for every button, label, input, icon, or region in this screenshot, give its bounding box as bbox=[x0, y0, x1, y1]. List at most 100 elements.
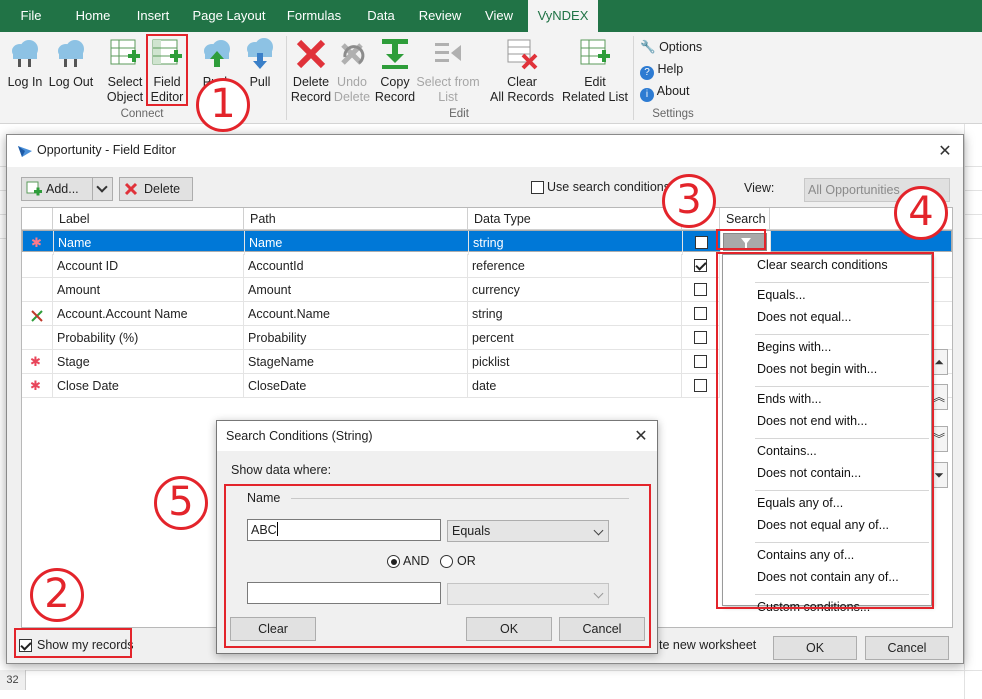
tab-data[interactable]: Data bbox=[354, 0, 408, 32]
cell-path: StageName bbox=[244, 350, 468, 374]
callout-4: 4 bbox=[894, 186, 948, 240]
edit-related-list-label-1: Edit bbox=[584, 75, 606, 89]
cloud-upload-icon bbox=[200, 37, 234, 71]
copy-record-label-2: Record bbox=[374, 90, 416, 104]
column-header-search-text: Search bbox=[726, 212, 766, 226]
show-data-where-label: Show data where: bbox=[231, 463, 332, 477]
options-button[interactable]: 🔧 Options bbox=[640, 36, 702, 58]
clear-all-records-label-1: Clear bbox=[507, 75, 537, 89]
ok-button[interactable]: OK bbox=[773, 636, 857, 660]
column-header-search[interactable]: Search bbox=[720, 208, 770, 230]
dialog-title: Opportunity - Field Editor bbox=[37, 143, 176, 157]
delete-record-label-2: Record bbox=[290, 90, 332, 104]
highlight-field-editor bbox=[146, 34, 188, 106]
undo-delete-button[interactable]: Undo Delete bbox=[332, 34, 372, 108]
close-icon[interactable]: ✕ bbox=[935, 141, 955, 161]
cell-path: CloseDate bbox=[244, 374, 468, 398]
ribbon-tab-bar: File Home Insert Page Layout Formulas Da… bbox=[0, 0, 982, 32]
search-flag-checkbox[interactable] bbox=[695, 236, 708, 249]
cell-search-flag bbox=[682, 278, 720, 302]
cell-type: string bbox=[468, 302, 682, 326]
cell-label: Name bbox=[54, 231, 245, 255]
cell-path: Probability bbox=[244, 326, 468, 350]
cloud-download-icon bbox=[243, 37, 277, 71]
column-header-label-text: Label bbox=[59, 212, 90, 226]
tab-file[interactable]: File bbox=[0, 0, 62, 32]
select-object-button[interactable]: Select Object bbox=[104, 34, 146, 108]
highlight-show-my-records bbox=[14, 628, 132, 658]
undo-delete-label-2: Delete bbox=[333, 90, 371, 104]
cell-icon: ✱ bbox=[22, 350, 53, 374]
column-header-data-type-text: Data Type bbox=[474, 212, 531, 226]
help-icon: ? bbox=[640, 66, 654, 80]
highlight-search-menu bbox=[716, 252, 934, 609]
callout-1: 1 bbox=[196, 78, 250, 132]
copy-record-button[interactable]: Copy Record bbox=[374, 34, 416, 108]
select-object-label-1: Select bbox=[107, 75, 143, 89]
table-row[interactable]: ✱ Name Name string bbox=[22, 230, 952, 255]
undo-delete-icon bbox=[335, 37, 369, 71]
split-divider bbox=[92, 178, 93, 200]
cell-search-flag bbox=[682, 350, 720, 374]
close-icon[interactable]: ✕ bbox=[631, 426, 651, 446]
use-search-conditions-checkbox[interactable] bbox=[531, 181, 544, 194]
search-flag-checkbox[interactable] bbox=[694, 355, 707, 368]
row-header[interactable]: 32 bbox=[0, 670, 26, 690]
log-in-button[interactable]: Log In bbox=[4, 34, 46, 108]
help-label: Help bbox=[657, 62, 684, 76]
delete-record-label-1: Delete bbox=[292, 75, 330, 89]
cell-path: Account.Name bbox=[244, 302, 468, 326]
tab-insert[interactable]: Insert bbox=[124, 0, 182, 32]
about-button[interactable]: i About bbox=[640, 80, 689, 102]
help-button[interactable]: ? Help bbox=[640, 58, 683, 80]
tab-vyndex[interactable]: VyNDEX bbox=[528, 0, 598, 32]
cell-icon: ✱ bbox=[22, 374, 53, 398]
tab-page-layout[interactable]: Page Layout bbox=[184, 0, 274, 32]
tab-home[interactable]: Home bbox=[64, 0, 122, 32]
search-flag-checkbox[interactable] bbox=[694, 307, 707, 320]
cell-type: reference bbox=[468, 254, 682, 278]
add-button[interactable]: Add... bbox=[21, 177, 113, 201]
highlight-search-conditions bbox=[224, 484, 651, 648]
select-from-list-button[interactable]: Select from List bbox=[416, 34, 480, 108]
delete-record-button[interactable]: Delete Record bbox=[290, 34, 332, 108]
grid-line bbox=[0, 670, 982, 671]
cell-path: Amount bbox=[244, 278, 468, 302]
cancel-button[interactable]: Cancel bbox=[865, 636, 949, 660]
cell-type: percent bbox=[468, 326, 682, 350]
column-header-data-type[interactable]: Data Type bbox=[468, 208, 682, 230]
log-out-button[interactable]: Log Out bbox=[48, 34, 94, 108]
cell-icon bbox=[22, 326, 53, 350]
column-header-path[interactable]: Path bbox=[244, 208, 468, 230]
column-header-label[interactable]: Label bbox=[53, 208, 244, 230]
required-asterisk-icon: ✱ bbox=[30, 354, 41, 369]
search-conditions-titlebar: Search Conditions (String) ✕ bbox=[217, 421, 657, 451]
chevron-down-icon[interactable] bbox=[96, 181, 108, 193]
tab-review[interactable]: Review bbox=[410, 0, 470, 32]
column-header-path-text: Path bbox=[250, 212, 276, 226]
highlight-search-filter bbox=[716, 229, 766, 250]
down-icon: ︾ bbox=[932, 432, 945, 446]
cell-search-flag bbox=[682, 254, 720, 278]
cell-label: Account ID bbox=[53, 254, 244, 278]
required-asterisk-icon: ✱ bbox=[31, 235, 42, 250]
view-label: View: bbox=[744, 181, 775, 195]
delete-button[interactable]: Delete bbox=[119, 177, 193, 201]
cloud-login-icon bbox=[8, 37, 42, 71]
clear-all-records-button[interactable]: Clear All Records bbox=[488, 34, 556, 108]
search-flag-checkbox[interactable] bbox=[694, 331, 707, 344]
log-in-label: Log In bbox=[7, 75, 43, 89]
search-flag-checkbox[interactable] bbox=[694, 259, 707, 272]
clear-all-records-label-2: All Records bbox=[490, 90, 554, 104]
delete-button-label: Delete bbox=[144, 182, 181, 196]
search-flag-checkbox[interactable] bbox=[694, 379, 707, 392]
tab-view[interactable]: View bbox=[472, 0, 526, 32]
group-label-edit: Edit bbox=[449, 108, 469, 120]
use-search-conditions-label: Use search conditions bbox=[547, 180, 670, 194]
edit-related-list-button[interactable]: Edit Related List bbox=[562, 34, 628, 108]
search-flag-checkbox[interactable] bbox=[694, 283, 707, 296]
search-conditions-title: Search Conditions (String) bbox=[226, 429, 373, 443]
about-label: About bbox=[656, 84, 690, 98]
tab-formulas[interactable]: Formulas bbox=[276, 0, 352, 32]
cell-type: currency bbox=[468, 278, 682, 302]
